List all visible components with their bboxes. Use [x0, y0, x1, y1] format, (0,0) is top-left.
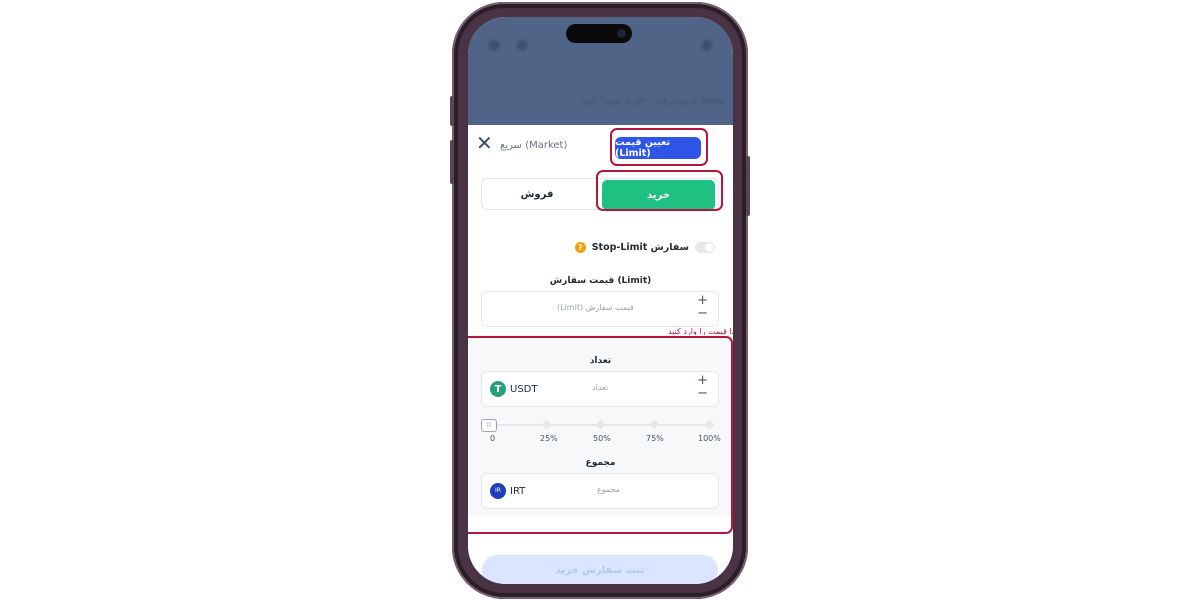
stop-limit-row: ? سفارش Stop-Limit: [574, 242, 715, 253]
menu-icon: ●: [700, 37, 713, 53]
phone-side-button: [450, 140, 454, 184]
highlight-box-buy: [596, 170, 723, 211]
close-icon[interactable]: ✕: [476, 133, 493, 153]
phone-side-button: [746, 156, 750, 216]
submit-buy-button[interactable]: ثبت سفارش خرید: [482, 555, 718, 584]
question-icon[interactable]: ?: [574, 242, 586, 253]
headset-icon: ●: [488, 37, 501, 53]
limit-price-field[interactable]: قیمت سفارش (Limit) + −: [481, 291, 719, 327]
stepper: + −: [697, 294, 708, 320]
order-sheet: ✕ سریع (Market) تعیین قیمت (Limit) فروش …: [468, 125, 733, 584]
bell-icon: ●: [516, 37, 529, 53]
background-title: معاملات پیشرفته - خرید سودا عین: [581, 95, 725, 106]
stop-limit-label: سفارش Stop-Limit: [591, 242, 689, 253]
minus-icon[interactable]: −: [697, 307, 708, 320]
highlight-box-limit: [610, 128, 708, 166]
stop-limit-toggle[interactable]: [695, 242, 715, 253]
dynamic-island: [566, 24, 632, 43]
tab-market[interactable]: سریع (Market): [500, 140, 567, 151]
limit-price-label: قیمت سفارش (Limit): [549, 276, 652, 286]
highlight-box-amount: [468, 336, 733, 534]
camera-icon: [617, 29, 626, 38]
limit-price-placeholder: قیمت سفارش (Limit): [557, 303, 634, 312]
phone-side-button: [450, 96, 454, 126]
sell-button[interactable]: فروش: [482, 179, 592, 209]
phone-screen: ● ● ● معاملات پیشرفته - خرید سودا عین ✕ …: [468, 17, 733, 584]
